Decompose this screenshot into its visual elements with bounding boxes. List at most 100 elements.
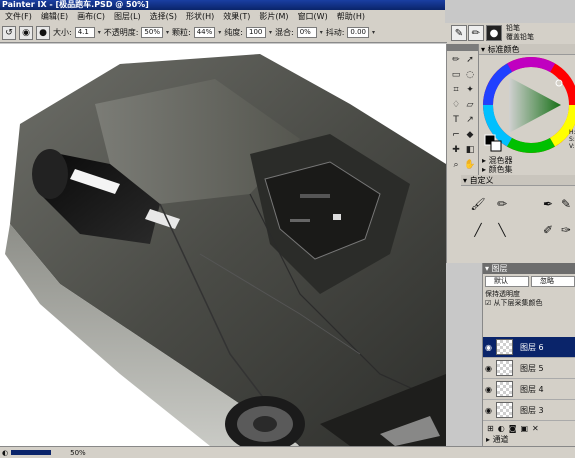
menu-select[interactable]: 选择(S) [146, 11, 181, 23]
brush-names[interactable]: 铅笔 覆盖铅笔 [506, 24, 534, 42]
menu-layers[interactable]: 图层(L) [110, 11, 145, 23]
chalk-preset-icon[interactable]: ╱ [469, 221, 487, 239]
dropper-fill-icon[interactable]: ♢ [449, 98, 463, 111]
checkbox-icon[interactable]: ☑ [485, 299, 491, 307]
pencil-icon[interactable]: ✏ [468, 25, 484, 41]
collapse-icon[interactable]: ▾ [463, 176, 467, 185]
brush-dab-alt-icon[interactable]: ● [36, 25, 50, 40]
channels-row[interactable]: ▸ 通道 [483, 435, 575, 444]
preserve-transparency-label: 保持透明度 [485, 290, 520, 298]
paint-bucket-icon[interactable]: ◆ [463, 128, 477, 141]
eyedropper-icon[interactable]: ⌐ [449, 128, 463, 141]
jitter-slider-icon[interactable]: ▾ [372, 29, 375, 36]
brush-dab-icon[interactable]: ◉ [19, 25, 33, 40]
status-bar: ◐ 50% [0, 446, 575, 458]
shape-icon[interactable]: ▱ [463, 98, 477, 111]
bleed-slider-icon[interactable]: ▾ [320, 29, 323, 36]
menu-effects[interactable]: 效果(T) [219, 11, 254, 23]
layer-row[interactable]: ◉ 图层 3 [483, 400, 575, 421]
brush-tool-icon[interactable]: ✏ [449, 53, 463, 66]
grain-slider-icon[interactable]: ▾ [218, 29, 221, 36]
brush-category-icon[interactable]: ✎ [451, 25, 467, 41]
layer-commands-icon[interactable]: ⊞ [487, 424, 494, 434]
blend-mode-value: 忽略 [540, 277, 554, 285]
size-slider-icon[interactable]: ▾ [98, 29, 101, 36]
layer-row[interactable]: ◉ 图层 5 [483, 358, 575, 379]
pen-tool-icon[interactable]: ↗ [463, 113, 477, 126]
layer-row[interactable]: ◉ 图层 4 [483, 379, 575, 400]
eye-icon[interactable]: ◉ [485, 343, 492, 352]
pencil-preset-icon[interactable]: ✏ [493, 195, 511, 213]
zoom-level[interactable]: 50% [70, 449, 86, 457]
resat-label: 纯度: [224, 28, 243, 37]
hsv-readout: H: S: V: [569, 129, 575, 150]
clone-tool-icon[interactable]: ✚ [449, 143, 463, 156]
magic-wand-icon[interactable]: ✦ [463, 83, 477, 96]
menu-edit[interactable]: 编辑(E) [37, 11, 72, 23]
brush-selector-bar: ✎ ✏ ● 铅笔 覆盖铅笔 [447, 23, 575, 44]
eye-icon[interactable]: ◉ [485, 406, 492, 415]
menu-file[interactable]: 文件(F) [1, 11, 36, 23]
mask-icon[interactable]: ◙ [509, 424, 517, 434]
brush-preset-icon[interactable]: 🖌 [469, 195, 487, 213]
size-input[interactable]: 4.1 [74, 27, 95, 38]
toolbox-header[interactable] [447, 44, 479, 51]
color-wheel[interactable] [479, 55, 575, 165]
eraser-preset-icon[interactable]: ✑ [557, 221, 575, 239]
custom-palette-header[interactable]: ▾ 自定义 [461, 175, 575, 186]
color-panel: ▾ 标准颜色 H: S: V: ▸ 混色器 ▸ 颜色集 [478, 44, 575, 175]
pastel-preset-icon[interactable]: ╲ [493, 221, 511, 239]
menu-help[interactable]: 帮助(H) [333, 11, 369, 23]
crop-icon[interactable]: ⌗ [449, 83, 463, 96]
brush-variant-dab-icon[interactable]: ● [486, 25, 502, 41]
menu-canvas[interactable]: 画布(C) [73, 11, 109, 23]
document-canvas[interactable] [0, 44, 446, 446]
color-panel-title: 标准颜色 [487, 45, 520, 54]
color-set-row[interactable]: ▸ 颜色集 [479, 165, 575, 174]
layer-row[interactable]: ◉ 图层 6 [483, 337, 575, 358]
opacity-input[interactable]: 50% [141, 27, 163, 38]
menu-shapes[interactable]: 形状(H) [182, 11, 218, 23]
delete-layer-icon[interactable]: ✕ [532, 424, 539, 434]
jitter-input[interactable]: 0.00 [347, 27, 370, 38]
blend-mode-select[interactable]: 忽略 [531, 276, 575, 287]
rectangle-select-icon[interactable]: ▭ [449, 68, 463, 81]
text-tool-icon[interactable]: T [449, 113, 463, 126]
magnifier-icon[interactable]: ⌕ [449, 158, 463, 171]
brush-category-name: 铅笔 [506, 24, 520, 32]
color-panel-header[interactable]: ▾ 标准颜色 [479, 44, 575, 55]
blender-preset-icon[interactable]: ✐ [539, 221, 557, 239]
menu-movie[interactable]: 影片(M) [255, 11, 292, 23]
menu-bar: 文件(F) 编辑(E) 画布(C) 图层(L) 选择(S) 形状(H) 效果(T… [0, 10, 445, 23]
custom-palette-label: 自定义 [469, 176, 494, 185]
preserve-transparency-option[interactable]: 保持透明度 [485, 290, 520, 298]
eye-icon[interactable]: ◉ [485, 364, 492, 373]
lasso-icon[interactable]: ◌ [463, 68, 477, 81]
collapse-icon[interactable]: ▾ [485, 264, 489, 273]
layers-header[interactable]: ▾ 图层 [483, 263, 575, 274]
opacity-slider-icon[interactable]: ▾ [166, 29, 169, 36]
pick-up-color-option[interactable]: ☑ 从下层采集颜色 [485, 299, 543, 307]
marker-preset-icon[interactable]: ✎ [557, 195, 575, 213]
menu-window[interactable]: 窗口(W) [294, 11, 332, 23]
mixer-row[interactable]: ▸ 混色器 [479, 156, 575, 165]
resat-slider-icon[interactable]: ▾ [269, 29, 272, 36]
layer-adjuster-icon[interactable]: ➚ [463, 53, 477, 66]
eraser-icon[interactable]: ◧ [463, 143, 477, 156]
background-color-swatch[interactable] [490, 140, 502, 152]
grabber-icon[interactable]: ✋ [463, 158, 477, 171]
resat-input[interactable]: 100 [245, 27, 266, 38]
new-layer-icon[interactable]: ▣ [520, 424, 528, 434]
channels-label: 通道 [492, 435, 509, 444]
eye-icon[interactable]: ◉ [485, 385, 492, 394]
bleed-input[interactable]: 0% [296, 27, 317, 38]
layer-name: 图层 3 [520, 406, 544, 415]
collapse-icon[interactable]: ▾ [481, 45, 485, 54]
composite-method-select[interactable]: 默认 [485, 276, 529, 287]
grain-input[interactable]: 44% [193, 27, 216, 38]
dynamic-plugins-icon[interactable]: ◐ [498, 424, 505, 434]
layer-thumbnail [496, 360, 513, 376]
layers-title: 图层 [491, 264, 508, 273]
airbrush-preset-icon[interactable]: ✒ [539, 195, 557, 213]
reset-tool-icon[interactable]: ↺ [2, 25, 16, 40]
